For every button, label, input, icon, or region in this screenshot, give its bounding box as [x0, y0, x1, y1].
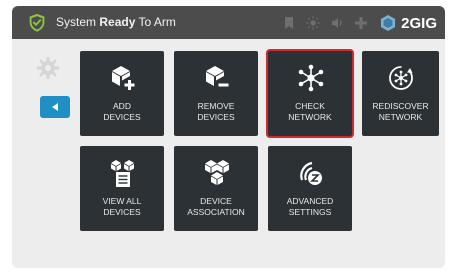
brand-name: 2GIG: [401, 14, 437, 32]
system-status-text: System Ready To Arm: [56, 15, 176, 29]
advanced-settings-label: ADVANCED SETTINGS: [286, 196, 334, 217]
rediscover-network-tile[interactable]: REDISCOVER NETWORK: [362, 51, 439, 136]
network-icon: [298, 64, 324, 92]
add-device-icon: [112, 66, 135, 90]
view-all-devices-tile[interactable]: VIEW ALL DEVICES: [80, 146, 164, 231]
brand-logo: 2GIG: [378, 13, 437, 33]
remove-devices-label: REMOVE DEVICES: [197, 101, 235, 122]
shield-icon: [29, 13, 45, 32]
back-button[interactable]: [40, 96, 70, 118]
status-icons: 2GIG: [282, 11, 437, 35]
zwave-icon: [300, 161, 322, 185]
panel-screen: System Ready To Arm 2GIG ADD DEVICES REM…: [12, 6, 445, 268]
sun-icon[interactable]: [306, 16, 320, 30]
rediscover-icon: [389, 66, 413, 90]
rediscover-network-label: REDISCOVER NETWORK: [372, 101, 429, 122]
check-network-tile[interactable]: CHECK NETWORK: [268, 51, 352, 136]
status-bar: System Ready To Arm 2GIG: [12, 6, 445, 39]
device-list-icon: [111, 160, 134, 187]
volume-icon[interactable]: [330, 16, 344, 30]
gear-icon[interactable]: [36, 56, 60, 80]
add-devices-tile[interactable]: ADD DEVICES: [80, 51, 164, 136]
device-association-label: DEVICE ASSOCIATION: [187, 196, 245, 217]
status-suffix: To Arm: [138, 15, 176, 29]
check-network-label: CHECK NETWORK: [288, 101, 332, 122]
advanced-settings-tile[interactable]: ADVANCED SETTINGS: [268, 146, 352, 231]
status-bold: Ready: [99, 15, 136, 29]
back-arrow-icon: [52, 103, 58, 111]
brand-mark-icon: [381, 15, 396, 31]
status-prefix: System: [56, 15, 97, 29]
association-icon: [205, 160, 229, 185]
remove-devices-tile[interactable]: REMOVE DEVICES: [174, 51, 258, 136]
remove-device-icon: [206, 66, 229, 87]
device-association-tile[interactable]: DEVICE ASSOCIATION: [174, 146, 258, 231]
cross-icon[interactable]: [354, 16, 368, 30]
add-devices-label: ADD DEVICES: [103, 101, 141, 122]
view-all-devices-label: VIEW ALL DEVICES: [102, 196, 142, 217]
bookmark-icon[interactable]: [282, 16, 296, 30]
